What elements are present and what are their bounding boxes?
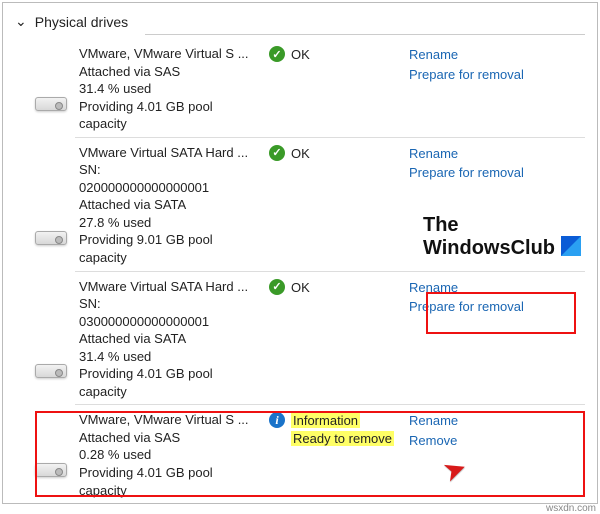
attribution: wsxdn.com — [546, 503, 596, 514]
ok-status-icon: ✓ — [269, 46, 285, 62]
remove-link[interactable]: Remove — [409, 431, 559, 451]
drive-name: VMware, VMware Virtual S ... — [79, 45, 269, 63]
status-text: OK — [291, 145, 310, 163]
drive-name: VMware Virtual SATA Hard ... — [79, 144, 269, 162]
logo-square-icon — [561, 236, 581, 256]
rename-link[interactable]: Rename — [409, 411, 559, 431]
status-text: Information Ready to remove — [291, 412, 394, 447]
status-text: OK — [291, 279, 310, 297]
prepare-removal-link[interactable]: Prepare for removal — [409, 65, 559, 85]
hard-drive-icon — [35, 97, 67, 111]
drive-name: VMware Virtual SATA Hard ... — [79, 278, 269, 296]
drive-info: VMware, VMware Virtual S ... Attached vi… — [79, 411, 269, 499]
prepare-removal-link[interactable]: Prepare for removal — [409, 297, 559, 317]
drive-row: VMware, VMware Virtual S ... Attached vi… — [15, 407, 585, 501]
rename-link[interactable]: Rename — [409, 278, 559, 298]
status-text: OK — [291, 46, 310, 64]
section-header[interactable]: ⌄ Physical drives — [15, 13, 585, 30]
ok-status-icon: ✓ — [269, 279, 285, 295]
divider — [75, 137, 585, 138]
divider — [75, 404, 585, 405]
drive-row: VMware, VMware Virtual S ... Attached vi… — [15, 41, 585, 135]
drive-info: VMware, VMware Virtual S ... Attached vi… — [79, 45, 269, 133]
drive-info: VMware Virtual SATA Hard ... SN: 0300000… — [79, 278, 269, 401]
section-title: Physical drives — [35, 14, 128, 30]
chevron-down-icon: ⌄ — [15, 13, 27, 30]
physical-drives-panel: ⌄ Physical drives VMware, VMware Virtual… — [2, 2, 598, 504]
hard-drive-icon — [35, 231, 67, 245]
drive-name: VMware, VMware Virtual S ... — [79, 411, 269, 429]
rename-link[interactable]: Rename — [409, 144, 559, 164]
hard-drive-icon — [35, 463, 67, 477]
info-status-icon: i — [269, 412, 285, 428]
rename-link[interactable]: Rename — [409, 45, 559, 65]
drive-info: VMware Virtual SATA Hard ... SN: 0200000… — [79, 144, 269, 267]
hard-drive-icon — [35, 364, 67, 378]
ok-status-icon: ✓ — [269, 145, 285, 161]
divider — [145, 34, 585, 35]
divider — [75, 271, 585, 272]
prepare-removal-link[interactable]: Prepare for removal — [409, 163, 559, 183]
drive-row: VMware Virtual SATA Hard ... SN: 0300000… — [15, 274, 585, 403]
watermark: The WindowsClub — [423, 215, 581, 259]
